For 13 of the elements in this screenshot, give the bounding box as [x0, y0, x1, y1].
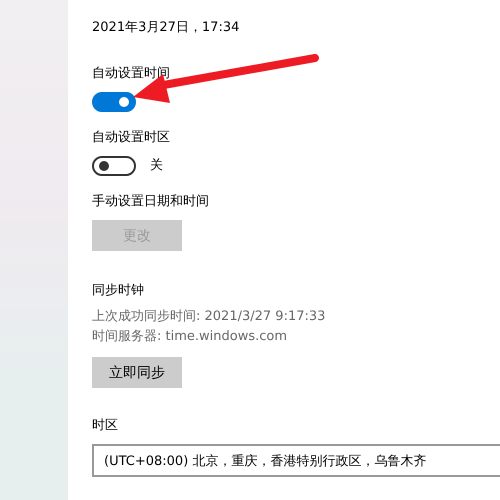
toggle-switch[interactable]	[92, 156, 136, 176]
toggle-switch[interactable]	[92, 92, 136, 112]
toggle-state: 关	[150, 157, 163, 175]
current-datetime: 2021年3月27日，17:34	[92, 19, 240, 37]
sync-info: 上次成功同步时间: 2021/3/27 9:17:33	[92, 308, 326, 326]
setting-label: 自动设置时间	[92, 65, 171, 83]
sync-info: 时间服务器: time.windows.com	[92, 328, 288, 346]
section-title: 时区	[92, 417, 119, 435]
section-title: 同步时钟	[92, 282, 145, 300]
setting-label: 手动设置日期和时间	[92, 193, 210, 211]
sync-now-button[interactable]: 立即同步	[92, 357, 182, 388]
timezone-dropdown[interactable]: (UTC+08:00) 北京，重庆，香港特别行政区，乌鲁木齐	[92, 444, 500, 477]
setting-label: 自动设置时区	[92, 129, 171, 147]
